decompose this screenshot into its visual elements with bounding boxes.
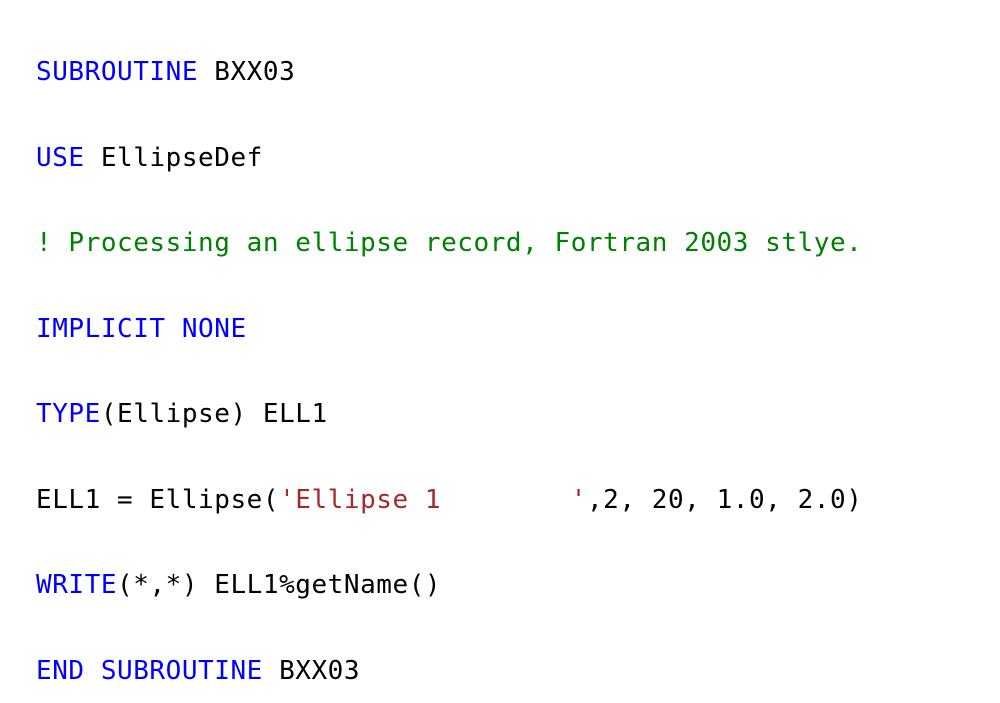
code-token-keyword: WRITE (36, 570, 118, 600)
code-listing-page: SUBROUTINE BXX03 USE EllipseDef! Processi… (0, 0, 1000, 703)
code-block: SUBROUTINE BXX03 USE EllipseDef! Processi… (36, 30, 986, 703)
code-token-plain: (*,*) ELL1%getName() (117, 570, 442, 600)
code-line: USE EllipseDef (36, 116, 986, 202)
code-token-keyword: USE (36, 142, 85, 173)
code-token-plain: (Ellipse) ELL1 (100, 399, 328, 429)
code-token-keyword: IMPLICIT NONE (36, 313, 247, 344)
code-line: ! Processing an ellipse record, Fortran … (36, 201, 986, 287)
code-token-plain: ,2, 20, 1.0, 2.0) (586, 484, 863, 515)
code-token-keyword: END SUBROUTINE (36, 655, 263, 686)
code-line: IMPLICIT NONE (36, 287, 986, 373)
code-token-plain: EllipseDef (84, 142, 263, 173)
code-line: END SUBROUTINE BXX03 (36, 629, 986, 703)
code-token-keyword: TYPE (36, 399, 101, 429)
code-token-comment: ! Processing an ellipse record, Fortran … (36, 228, 863, 258)
code-token-plain: BXX03 (262, 655, 361, 686)
code-line: WRITE(*,*) ELL1%getName() (36, 543, 986, 629)
code-token-string: 'Ellipse 1 ' (279, 484, 587, 515)
code-token-keyword: SUBROUTINE (36, 57, 199, 87)
code-line: SUBROUTINE BXX03 (36, 30, 986, 116)
code-token-plain: ELL1 = Ellipse( (36, 484, 280, 515)
code-line: ELL1 = Ellipse('Ellipse 1 ',2, 20, 1.0, … (36, 458, 986, 544)
code-line: TYPE(Ellipse) ELL1 (36, 372, 986, 458)
code-token-plain: BXX03 (198, 57, 296, 87)
